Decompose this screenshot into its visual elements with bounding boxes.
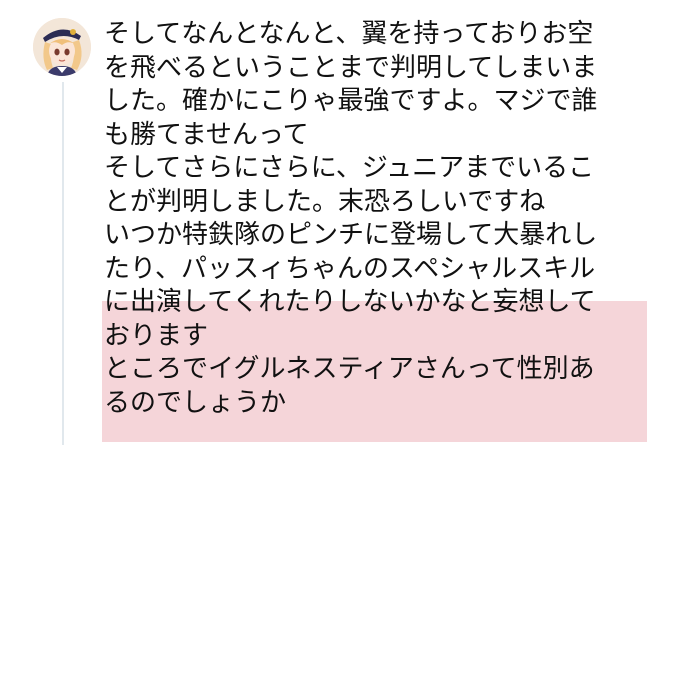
post-text-line: そしてなんとなんと、翼を持っておりお空 [104,19,594,49]
user-avatar[interactable] [33,18,91,76]
post-text-line: たり、パッスィちゃんのスペシャルスキル [104,253,596,284]
post-text-line: を飛べるということまで判明してしまいま [104,52,598,83]
post-text-line: おります [104,320,209,351]
post-text: そしてなんとなんと、翼を持っておりお空 を飛べるということまで判明してしまいま … [104,18,650,420]
post-text-line: も勝てませんって [104,119,309,150]
post-text-line: とが判明しました。末恐ろしいですね [104,186,546,217]
post-text-line: に出演してくれたりしないかなと妄想して [104,287,596,317]
post-text-line: そしてさらにさらに、ジュニアまでいるこ [104,153,595,183]
character-avatar-icon [33,18,91,76]
post-text-line: いつか特鉄隊のピンチに登場して大暴れし [104,220,598,250]
post-text-line: るのでしょうか [104,387,287,418]
thread-connector-line [62,82,64,445]
post-text-line: した。確かにこりゃ最強ですよ。マジで誰 [104,86,598,116]
post-text-line: ところでイグルネスティアさんって性別あ [104,354,595,384]
